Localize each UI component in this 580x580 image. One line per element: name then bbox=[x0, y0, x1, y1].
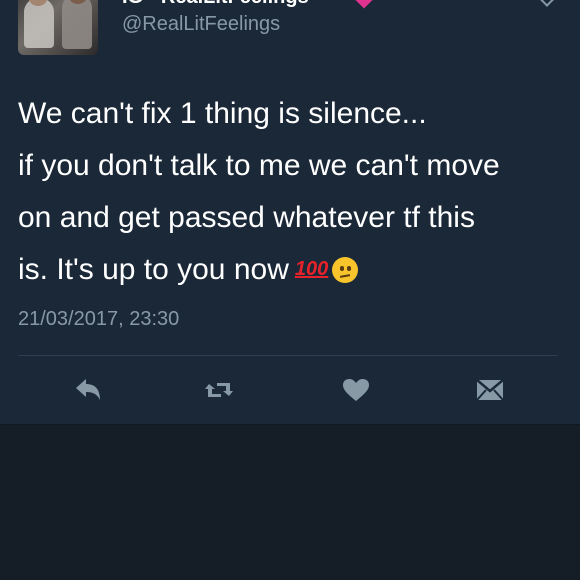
direct-message-icon bbox=[476, 379, 504, 401]
retweet-icon bbox=[205, 383, 233, 397]
tweet-text-line-content: is. It's up to you now bbox=[18, 253, 289, 286]
display-name[interactable]: IG - RealLitFeelings bbox=[122, 0, 309, 9]
reply-button[interactable] bbox=[72, 376, 104, 404]
confused-face-emoji-icon bbox=[332, 257, 359, 283]
chevron-down-icon[interactable] bbox=[537, 0, 557, 7]
reply-icon bbox=[76, 379, 100, 400]
avatar[interactable] bbox=[18, 0, 98, 55]
hundred-points-emoji-icon: 100 bbox=[294, 258, 329, 280]
gem-emoji-icon bbox=[355, 0, 373, 9]
tweet-text: We can't fix 1 thing is silence... if yo… bbox=[18, 88, 568, 299]
user-handle[interactable]: @RealLitFeelings bbox=[122, 13, 280, 36]
tweet-text-line: on and get passed whatever tf this bbox=[18, 201, 475, 234]
tweet-text-line-last: is. It's up to you now 100 bbox=[18, 244, 568, 299]
tweet-timestamp[interactable]: 21/03/2017, 23:30 bbox=[18, 308, 179, 331]
divider bbox=[18, 355, 558, 356]
like-button[interactable] bbox=[340, 376, 372, 404]
tweet-text-line: We can't fix 1 thing is silence... bbox=[18, 97, 427, 130]
direct-message-button[interactable] bbox=[474, 376, 506, 404]
tweet-card: IG - RealLitFeelings @RealLitFeelings We… bbox=[0, 0, 580, 425]
heart-icon bbox=[343, 379, 369, 401]
tweet-text-line: if you don't talk to me we can't move bbox=[18, 149, 500, 182]
retweet-button[interactable] bbox=[203, 376, 235, 404]
